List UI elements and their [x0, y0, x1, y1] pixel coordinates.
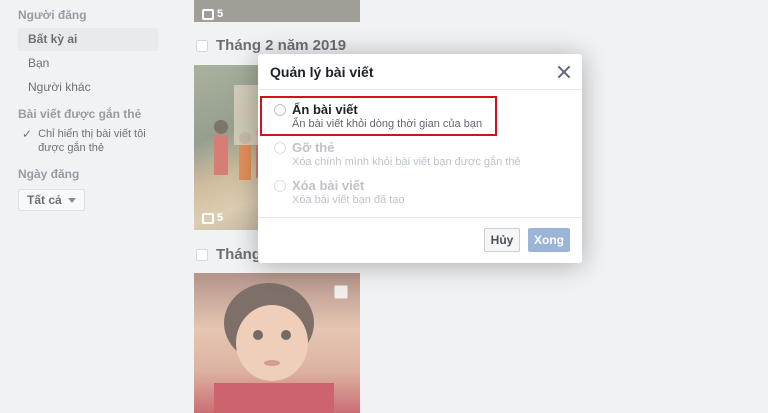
dialog-header: Quản lý bài viết	[258, 54, 582, 90]
done-button[interactable]: Xong	[528, 228, 570, 252]
radio-hide-post[interactable]	[274, 104, 286, 116]
manage-post-dialog: Quản lý bài viết Ẩn bài viết Ẩn bài viết…	[258, 54, 582, 263]
dialog-footer: Hủy Xong	[258, 218, 582, 262]
option-delete-post-desc: Xóa bài viết bạn đã tạo	[292, 194, 405, 206]
option-remove-tag[interactable]: Gỡ thẻ Xóa chính mình khỏi bài viết bạn …	[268, 136, 572, 172]
option-hide-post-label: Ẩn bài viết	[292, 102, 358, 117]
dialog-title: Quản lý bài viết	[270, 63, 374, 80]
dialog-body: Ẩn bài viết Ẩn bài viết khỏi dòng thời g…	[258, 90, 582, 218]
option-hide-post[interactable]: Ẩn bài viết Ẩn bài viết khỏi dòng thời g…	[260, 96, 497, 136]
option-delete-post[interactable]: Xóa bài viết Xóa bài viết bạn đã tạo	[268, 174, 572, 210]
option-delete-post-label: Xóa bài viết	[292, 178, 365, 193]
radio-delete-post[interactable]	[274, 180, 286, 192]
option-hide-post-desc: Ẩn bài viết khỏi dòng thời gian của bạn	[292, 118, 483, 130]
option-remove-tag-label: Gỡ thẻ	[292, 140, 335, 155]
close-icon[interactable]	[556, 64, 572, 80]
option-remove-tag-desc: Xóa chính mình khỏi bài viết bạn được gắ…	[292, 156, 521, 168]
cancel-button[interactable]: Hủy	[484, 228, 520, 252]
radio-remove-tag[interactable]	[274, 142, 286, 154]
